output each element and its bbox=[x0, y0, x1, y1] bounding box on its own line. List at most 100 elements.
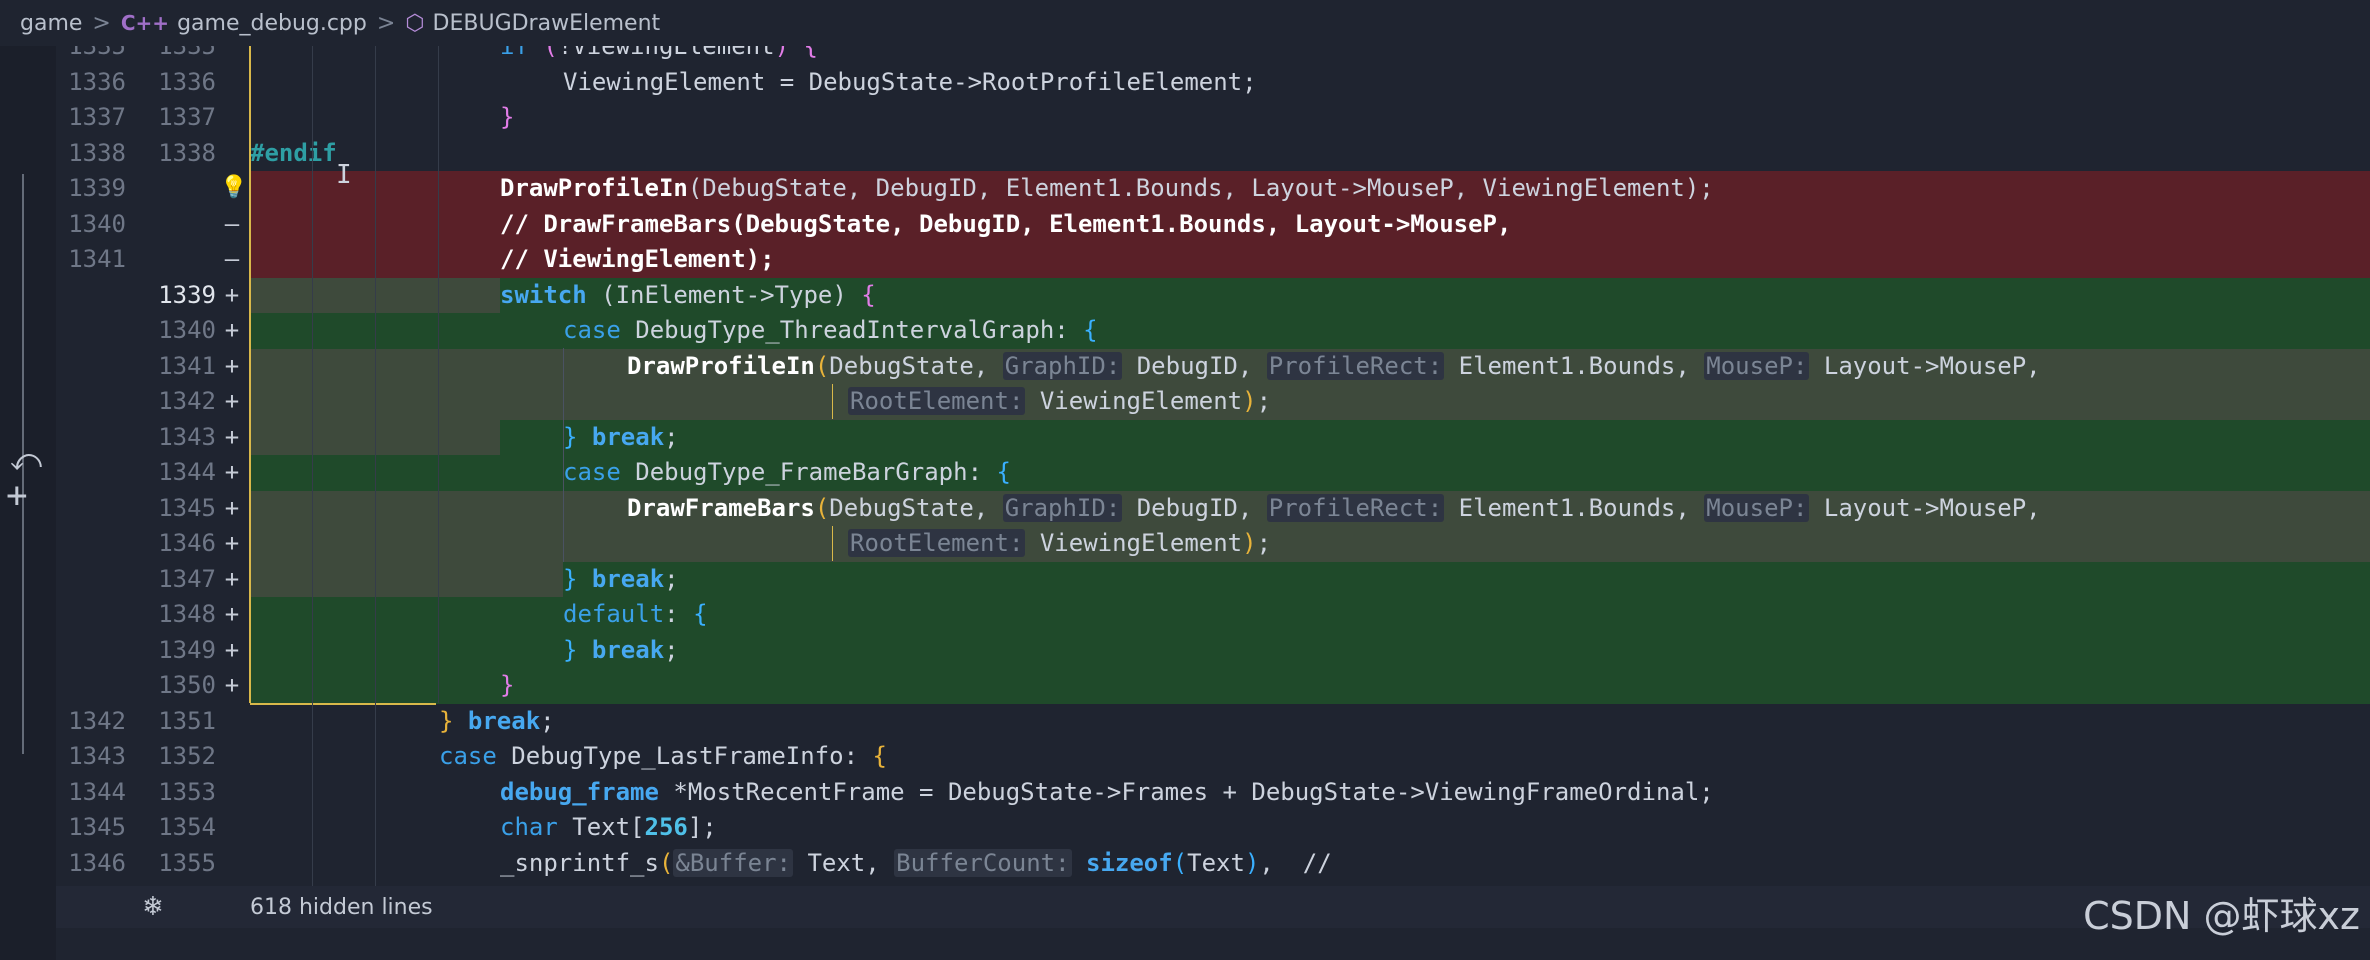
breadcrumb: game > C++ game_debug.cpp > ⬡ DEBUGDrawE… bbox=[0, 0, 2370, 46]
stage-plus-icon[interactable]: + bbox=[6, 478, 28, 514]
new-line-number: 1337 bbox=[158, 103, 216, 131]
new-line-number: 1348 bbox=[158, 600, 216, 628]
hidden-lines-bar[interactable]: ❄ 618 hidden lines bbox=[56, 886, 2370, 928]
old-line-number: 1344 bbox=[68, 777, 126, 806]
gutter-row: 1346 1355 bbox=[56, 846, 250, 882]
unfold-icon[interactable]: ❄ bbox=[56, 892, 250, 922]
code-line: _snprintf_s(&Buffer: Text, BufferCount: … bbox=[500, 848, 1332, 877]
gutter-row: 1342 + bbox=[56, 384, 250, 420]
gutter-row: 1336 1336 bbox=[56, 65, 250, 101]
new-line-number: 1350 bbox=[158, 671, 216, 699]
new-line-number: 1352 bbox=[158, 742, 216, 770]
added-marker: + bbox=[224, 387, 240, 415]
removed-marker: — bbox=[224, 245, 240, 273]
line-number-gutter: 1335 1335 1336 1336 1337 1337 1338 1338 1339 1340… bbox=[56, 32, 250, 886]
new-line-number: 1340 bbox=[158, 316, 216, 344]
lightbulb-icon[interactable]: 💡 bbox=[220, 175, 247, 200]
code-line: } break; bbox=[439, 706, 555, 735]
new-line-number: 1351 bbox=[158, 706, 216, 735]
code-line: case DebugType_LastFrameInfo: { bbox=[439, 742, 887, 770]
added-marker: + bbox=[224, 422, 240, 451]
added-marker: + bbox=[224, 529, 240, 557]
gutter-row: 1339 + bbox=[56, 278, 250, 314]
gutter-row: 1342 1351 bbox=[56, 704, 250, 740]
hidden-lines-label[interactable]: 618 hidden lines bbox=[250, 895, 433, 920]
new-line-number: 1342 bbox=[158, 387, 216, 415]
gutter-row: 1340 + bbox=[56, 313, 250, 349]
new-line-number: 1344 bbox=[158, 458, 216, 486]
chevron-right-icon: > bbox=[92, 10, 111, 36]
added-marker: + bbox=[224, 564, 240, 593]
old-line-number: 1342 bbox=[68, 706, 126, 735]
code-editor[interactable]: if (!ViewingElement) { ViewingElement = … bbox=[250, 46, 2370, 886]
gutter-row: 1343 + bbox=[56, 420, 250, 456]
breadcrumb-folder[interactable]: game bbox=[20, 11, 82, 36]
code-line: } bbox=[500, 103, 515, 131]
new-line-number: 1339 bbox=[158, 280, 216, 309]
revert-icon[interactable]: ⤺ bbox=[10, 446, 42, 476]
added-line: RootElement: ViewingElement); bbox=[250, 384, 2370, 420]
removed-marker: — bbox=[224, 209, 240, 238]
added-marker: + bbox=[224, 671, 240, 699]
deleted-line: DrawProfileIn(DebugState, DebugID, Eleme… bbox=[250, 171, 2370, 207]
new-line-number: 1353 bbox=[158, 777, 216, 806]
added-line: } break; bbox=[250, 419, 2370, 455]
deleted-line: // DrawFrameBars(DebugState, DebugID, El… bbox=[250, 206, 2370, 242]
new-line-number: 1338 bbox=[158, 138, 216, 167]
added-line: default: { bbox=[250, 597, 2370, 633]
gutter-row: 1341 + bbox=[56, 349, 250, 385]
gutter-row: 1343 1352 bbox=[56, 739, 250, 775]
old-line-number: 1336 bbox=[68, 67, 126, 96]
gutter-row: 1349 + bbox=[56, 633, 250, 669]
old-line-number: 1337 bbox=[68, 103, 126, 131]
gutter-row: 1348 + bbox=[56, 597, 250, 633]
breadcrumb-file[interactable]: game_debug.cpp bbox=[177, 11, 367, 36]
old-line-number: 1341 bbox=[68, 245, 126, 273]
added-marker: + bbox=[224, 316, 240, 344]
added-line: RootElement: ViewingElement); bbox=[250, 526, 2370, 562]
old-line-number: 1340 bbox=[68, 209, 126, 238]
new-line-number: 1346 bbox=[158, 529, 216, 557]
code-line: char Text[256]; bbox=[500, 813, 717, 841]
gutter-row: 1341 — bbox=[56, 242, 250, 278]
code-line: ViewingElement = DebugState->RootProfile… bbox=[563, 67, 1257, 96]
new-line-number: 1336 bbox=[158, 67, 216, 96]
gutter-row: 1345 1354 bbox=[56, 810, 250, 846]
code-line: debug_frame *MostRecentFrame = DebugStat… bbox=[500, 777, 1714, 806]
new-line-number: 1343 bbox=[158, 422, 216, 451]
symbol-cube-icon: ⬡ bbox=[405, 10, 425, 36]
deleted-line: // ViewingElement); bbox=[250, 242, 2370, 278]
old-line-number: 1346 bbox=[68, 848, 126, 877]
watermark: CSDN @虾球xz bbox=[2083, 894, 2360, 938]
gutter-row: 1340 — bbox=[56, 206, 250, 242]
chevron-right-icon: > bbox=[376, 10, 396, 36]
added-line: } break; bbox=[250, 561, 2370, 597]
gutter-row: 1337 1337 bbox=[56, 100, 250, 136]
breadcrumb-symbol[interactable]: DEBUGDrawElement bbox=[433, 11, 661, 36]
added-line: switch (InElement->Type) { bbox=[250, 277, 2370, 313]
added-line: DrawProfileIn(DebugState, GraphID: Debug… bbox=[250, 348, 2370, 384]
new-line-number: 1345 bbox=[158, 493, 216, 522]
added-marker: + bbox=[224, 493, 240, 522]
added-marker: + bbox=[224, 280, 240, 309]
new-line-number: 1341 bbox=[158, 351, 216, 380]
diff-change-strip: ⤺ + bbox=[0, 46, 56, 960]
added-marker: + bbox=[224, 600, 240, 628]
added-line: case DebugType_ThreadIntervalGraph: { bbox=[250, 313, 2370, 349]
gutter-row: 1338 1338 bbox=[56, 136, 250, 172]
added-marker: + bbox=[224, 458, 240, 486]
gutter-row: 1344 + bbox=[56, 455, 250, 491]
added-line: } bbox=[250, 668, 2370, 704]
added-marker: + bbox=[224, 351, 240, 380]
old-line-number: 1339 bbox=[68, 174, 126, 202]
added-line: case DebugType_FrameBarGraph: { bbox=[250, 455, 2370, 491]
code-line: if (!ViewingElement) { bbox=[500, 46, 818, 60]
new-line-number: 1354 bbox=[158, 813, 216, 841]
gutter-row: 1344 1353 bbox=[56, 775, 250, 811]
old-line-number: 1345 bbox=[68, 813, 126, 841]
gutter-row: 1347 + bbox=[56, 562, 250, 598]
cpp-file-icon: C++ bbox=[120, 11, 170, 35]
gutter-row: 1345 + bbox=[56, 491, 250, 527]
added-line: DrawFrameBars(DebugState, GraphID: Debug… bbox=[250, 490, 2370, 526]
added-marker: + bbox=[224, 635, 240, 664]
